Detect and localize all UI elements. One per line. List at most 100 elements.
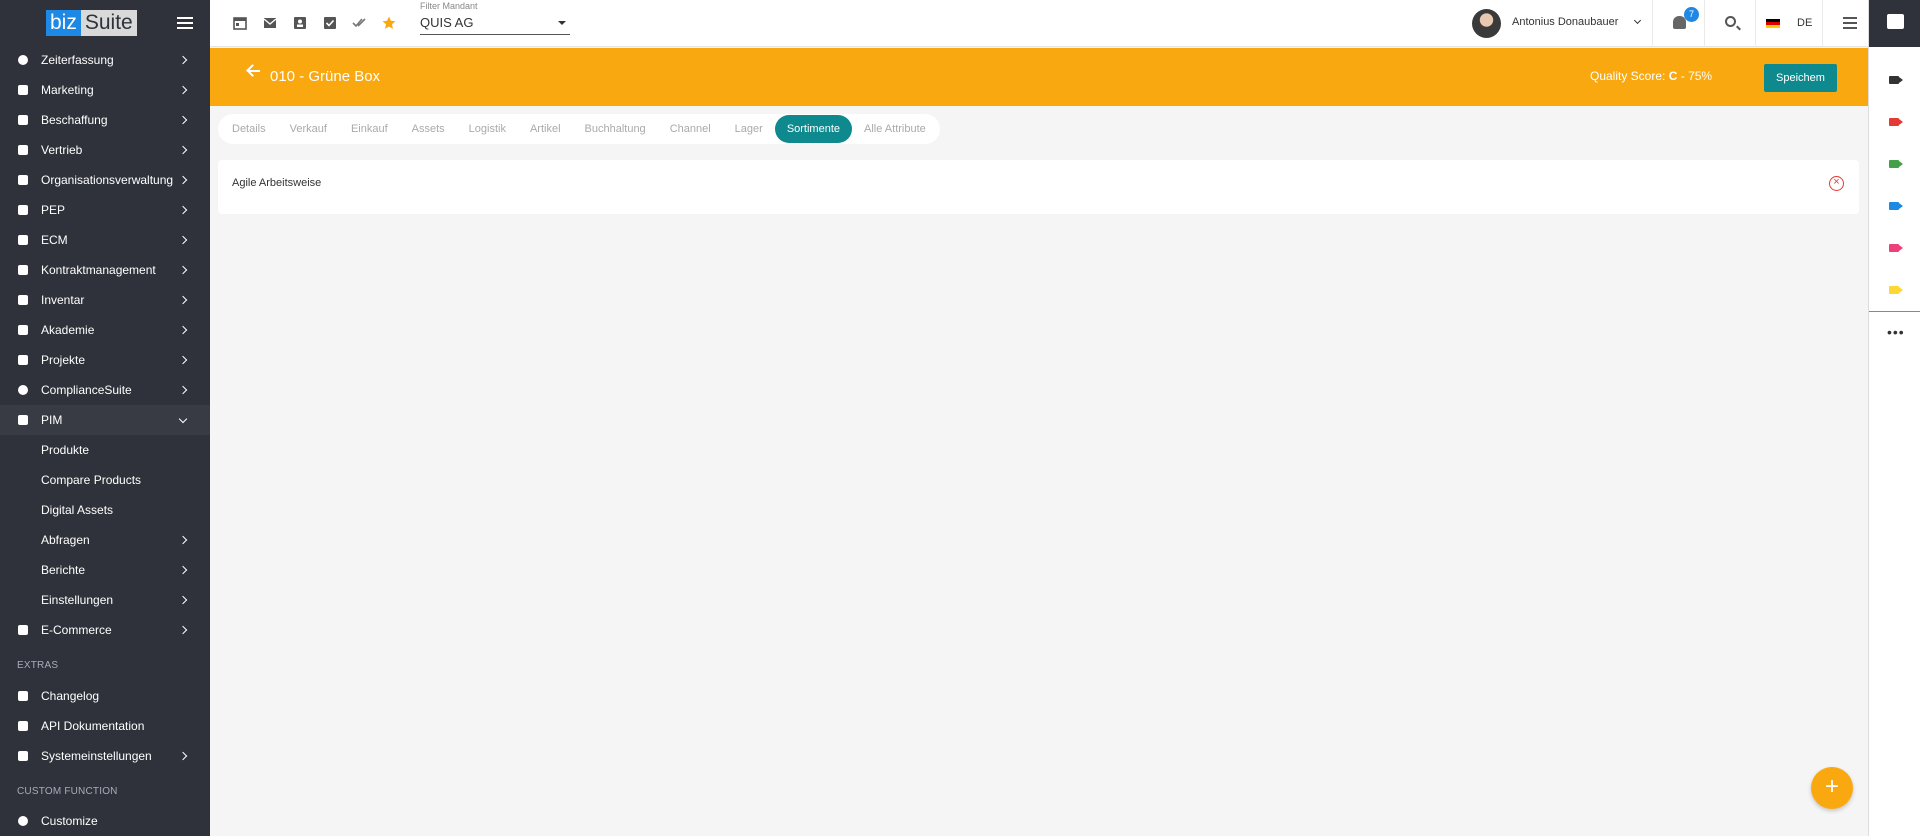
sidebar-item-systemeinstellungen[interactable]: Systemeinstellungen	[0, 741, 210, 771]
tab-artikel[interactable]: Artikel	[518, 115, 573, 143]
chevron-right-icon	[178, 595, 188, 605]
video-call-icon[interactable]	[1889, 118, 1903, 126]
divider	[1822, 0, 1823, 47]
sidebar-item-label: Zeiterfassung	[41, 53, 114, 67]
sidebar-item-akademie[interactable]: Akademie	[0, 315, 210, 345]
tab-channel[interactable]: Channel	[658, 115, 723, 143]
star-icon[interactable]	[382, 16, 396, 30]
sidebar-item-label: Beschaffung	[41, 113, 108, 127]
save-button[interactable]: Speichem	[1764, 64, 1837, 92]
sidebar-item-pim[interactable]: PIM	[0, 405, 210, 435]
video-call-icon[interactable]	[1889, 202, 1903, 210]
sidebar-item-changelog[interactable]: Changelog	[0, 681, 210, 711]
briefcase-icon	[18, 265, 28, 275]
sidebar-item-pep[interactable]: PEP	[0, 195, 210, 225]
calendar-icon[interactable]	[233, 16, 247, 30]
sidebar-sub-produkte[interactable]: Produkte	[0, 435, 210, 465]
sidebar-item-marketing[interactable]: Marketing	[0, 75, 210, 105]
chevron-down-icon[interactable]	[1633, 16, 1642, 25]
tab-buchhaltung[interactable]: Buchhaltung	[573, 115, 658, 143]
sidebar-sub-label: Berichte	[41, 563, 86, 577]
user-name[interactable]: Antonius Donaubauer	[1512, 16, 1618, 28]
sidebar-item-kontraktmanagement[interactable]: Kontraktmanagement	[0, 255, 210, 285]
chevron-right-icon	[178, 145, 188, 155]
sidebar-item-label: ComplianceSuite	[41, 383, 132, 397]
video-call-icon[interactable]	[1889, 286, 1903, 294]
filter-mandant-select[interactable]: QUIS AG	[420, 15, 570, 35]
gear-icon	[18, 816, 28, 826]
logo-biz: biz	[46, 10, 81, 36]
menu-toggle-icon[interactable]	[177, 17, 193, 29]
sidebar-item-zeiterfassung[interactable]: Zeiterfassung	[0, 45, 210, 75]
tab-alle-attribute[interactable]: Alle Attribute	[852, 115, 938, 143]
sidebar-item-vertrieb[interactable]: Vertrieb	[0, 135, 210, 165]
sidebar-sub-digital-assets[interactable]: Digital Assets	[0, 495, 210, 525]
tab-assets[interactable]: Assets	[400, 115, 457, 143]
chevron-right-icon	[178, 325, 188, 335]
sidebar-item-inventar[interactable]: Inventar	[0, 285, 210, 315]
truck-icon	[18, 115, 28, 125]
contact-icon[interactable]	[293, 16, 307, 30]
chevron-right-icon	[178, 235, 188, 245]
sidebar-item-ecommerce[interactable]: E-Commerce	[0, 615, 210, 645]
sidebar-item-label: Vertrieb	[41, 143, 83, 157]
chevron-right-icon	[178, 55, 188, 65]
filter-mandant-value: QUIS AG	[420, 15, 474, 30]
back-arrow-icon[interactable]	[248, 70, 260, 72]
add-button[interactable]: +	[1811, 767, 1853, 809]
avatar[interactable]	[1472, 9, 1501, 38]
quality-label: Quality Score:	[1590, 69, 1666, 83]
sidebar-sub-einstellungen[interactable]: Einstellungen	[0, 585, 210, 615]
sidebar-sub-compare-products[interactable]: Compare Products	[0, 465, 210, 495]
video-call-icon[interactable]	[1889, 160, 1903, 168]
doc-icon	[18, 691, 28, 701]
task-icon[interactable]	[323, 16, 337, 30]
clock-icon	[18, 55, 28, 65]
sidebar-sub-abfragen[interactable]: Abfragen	[0, 525, 210, 555]
video-call-icon[interactable]	[1889, 244, 1903, 252]
remove-circle-icon[interactable]: ×	[1829, 176, 1844, 191]
chevron-right-icon	[178, 115, 188, 125]
sidebar: biz Suite Zeiterfassung Marketing Bescha…	[0, 0, 210, 836]
school-icon	[18, 325, 28, 335]
chevron-down-icon	[178, 414, 188, 424]
chevron-right-icon	[178, 625, 188, 635]
cart-icon	[18, 625, 28, 635]
bizsuite-logo[interactable]: biz Suite	[46, 10, 137, 36]
tab-details[interactable]: Details	[220, 115, 278, 143]
top-bar: Filter Mandant QUIS AG Antonius Donaubau…	[210, 0, 1868, 47]
more-icon[interactable]: •••	[1887, 325, 1905, 339]
chat-header[interactable]	[1869, 0, 1920, 47]
mail-icon[interactable]	[263, 16, 277, 30]
sidebar-item-label: API Dokumentation	[41, 719, 145, 733]
search-icon[interactable]	[1725, 16, 1736, 27]
page-title: 010 - Grüne Box	[270, 68, 381, 85]
sidebar-item-ecm[interactable]: ECM	[0, 225, 210, 255]
sidebar-item-organisationsverwaltung[interactable]: Organisationsverwaltung	[0, 165, 210, 195]
sidebar-item-label: Marketing	[41, 83, 94, 97]
sidebar-item-compliancesuite[interactable]: ComplianceSuite	[0, 375, 210, 405]
sidebar-item-beschaffung[interactable]: Beschaffung	[0, 105, 210, 135]
video-call-icon[interactable]	[1889, 76, 1903, 84]
chevron-right-icon	[178, 175, 188, 185]
sidebar-sub-berichte[interactable]: Berichte	[0, 555, 210, 585]
page-header: 010 - Grüne Box Quality Score: C - 75% S…	[210, 48, 1868, 106]
german-flag-icon[interactable]	[1766, 19, 1780, 28]
sidebar-sub-label: Einstellungen	[41, 593, 114, 607]
notification-badge: 7	[1684, 7, 1699, 22]
list-icon[interactable]	[1843, 17, 1857, 29]
sidebar-item-label: Inventar	[41, 293, 85, 307]
tab-logistik[interactable]: Logistik	[457, 115, 518, 143]
lock-icon	[18, 751, 28, 761]
sidebar-item-projekte[interactable]: Projekte	[0, 345, 210, 375]
tab-einkauf[interactable]: Einkauf	[339, 115, 400, 143]
sidebar-item-api-dokumentation[interactable]: API Dokumentation	[0, 711, 210, 741]
language-code[interactable]: DE	[1797, 17, 1812, 29]
tab-sortimente[interactable]: Sortimente	[774, 115, 853, 143]
double-check-icon[interactable]	[352, 16, 366, 30]
sidebar-item-customize[interactable]: Customize	[0, 806, 210, 836]
sidebar-sub-label: Produkte	[41, 443, 90, 457]
chevron-right-icon	[178, 565, 188, 575]
tab-verkauf[interactable]: Verkauf	[278, 115, 339, 143]
tab-lager[interactable]: Lager	[723, 115, 775, 143]
